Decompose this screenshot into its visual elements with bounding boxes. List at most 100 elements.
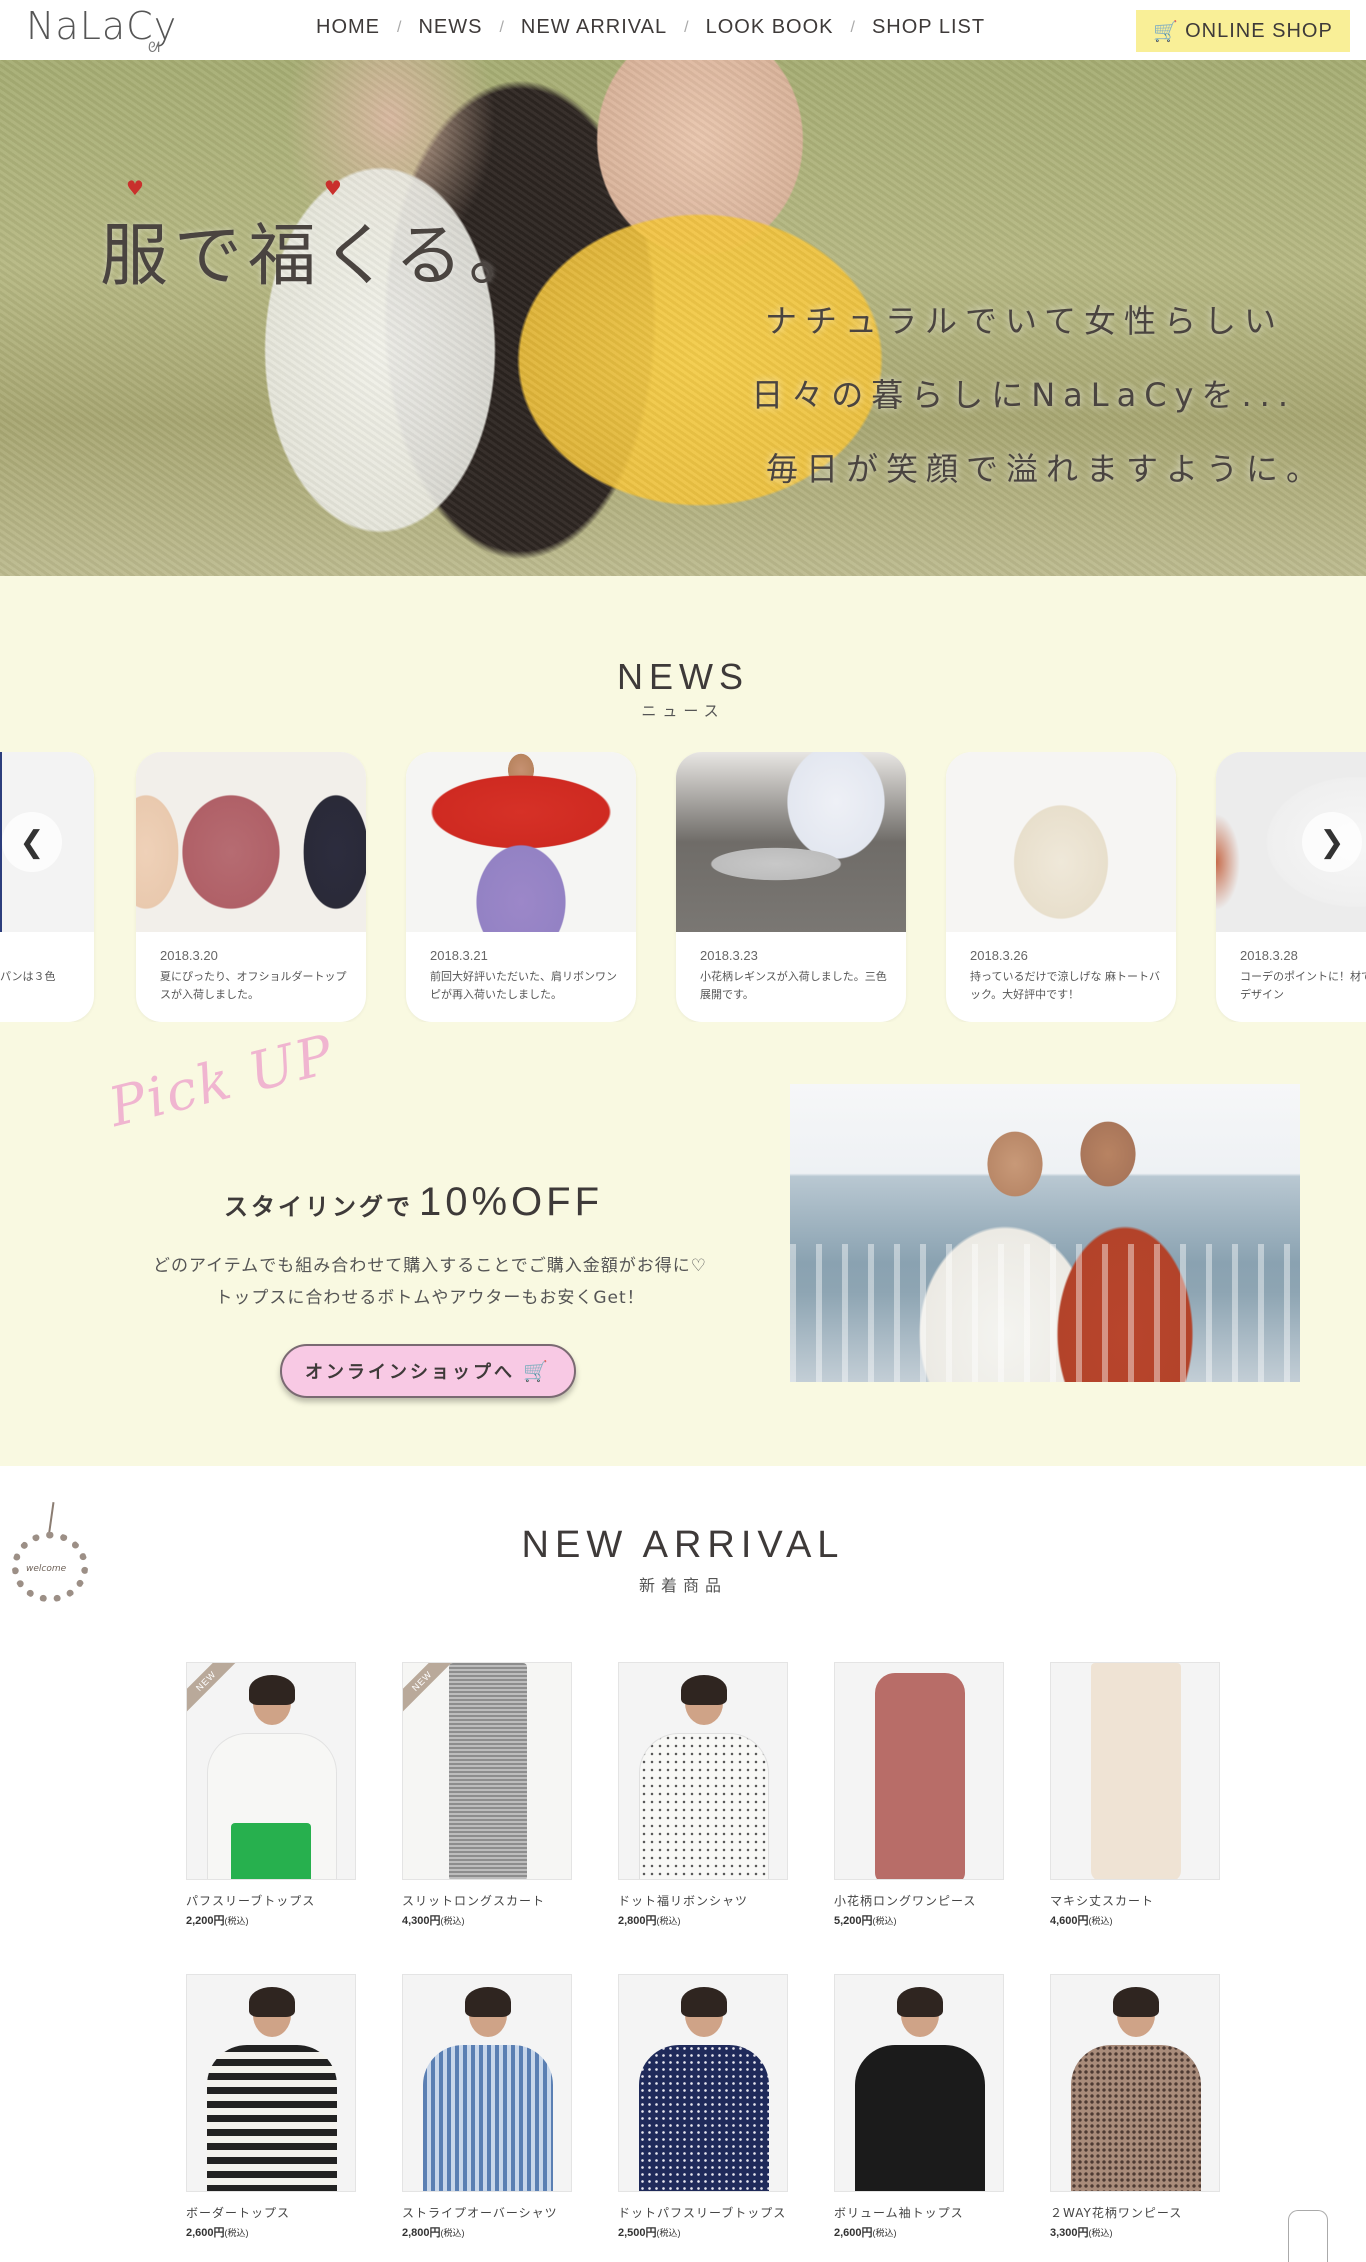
pickup-headline: スタイリングで 10%OFF [224, 1180, 603, 1225]
hero-banner: ♥♥ 服で福くる。 ナチュラルでいて女性らしい 日々の暮らしにNaLaCyを..… [0, 60, 1366, 576]
product-image[interactable] [618, 1662, 788, 1880]
product-name[interactable]: ボーダートップス [186, 2204, 358, 2222]
pickup-headline-prefix: スタイリングで [224, 1193, 413, 1221]
product-image[interactable] [186, 1974, 356, 2192]
product-garment-bottom [231, 1823, 311, 1879]
new-badge: NEW [187, 1663, 244, 1719]
product-card[interactable]: NEW スリットロングスカート 4,300円(税込) [402, 1662, 574, 1928]
product-card[interactable]: ボーダートップス 2,600円(税込) [186, 1974, 358, 2240]
product-price: 2,600円(税込) [186, 2224, 358, 2240]
product-image[interactable] [834, 1662, 1004, 1880]
product-garment [875, 1673, 965, 1879]
product-card[interactable]: ストライプオーバーシャツ 2,800円(税込) [402, 1974, 574, 2240]
product-garment [1071, 2045, 1201, 2191]
news-card[interactable]: 2018.3.28 コーデのポイントに！材で今年らしいデザイン [1216, 752, 1366, 1022]
new-arrival-subtitle: 新着商品 [638, 1576, 727, 1595]
tax-label: (税込) [224, 1916, 249, 1926]
tax-label: (税込) [656, 1916, 681, 1926]
online-shop-label: ONLINE SHOP [1185, 19, 1333, 42]
product-name[interactable]: 小花柄ロングワンピース [834, 1892, 1006, 1910]
news-card[interactable]: 2018.3.23 小花柄レギンスが入荷しました。三色展開です。 [676, 752, 906, 1022]
tax-label: (税込) [656, 2228, 681, 2238]
product-name[interactable]: スリットロングスカート [402, 1892, 574, 1910]
news-card-date: 2018.3.26 [970, 948, 1028, 963]
new-arrival-section: welcome NEW ARRIVAL 新着商品 NEW パフスリーブトップス … [0, 1466, 1366, 2262]
cta-label: オンラインショップへ [305, 1362, 516, 1383]
nav-home[interactable]: HOME [316, 16, 380, 39]
model-hair [681, 1675, 727, 1705]
product-price-value: 2,800円 [618, 1915, 657, 1927]
news-carousel[interactable]: パンは３色 2018.3.20 夏にぴったり、オフショルダートップスが入荷しまし… [0, 752, 1366, 1022]
product-image[interactable] [618, 1974, 788, 2192]
product-card[interactable]: マキシ丈スカート 4,600円(税込) [1050, 1662, 1222, 1928]
product-card[interactable]: ２WAY花柄ワンピース 3,300円(税込) [1050, 1974, 1222, 2240]
product-price: 4,600円(税込) [1050, 1912, 1222, 1928]
product-name[interactable]: ドットパフスリーブトップス [618, 2204, 790, 2222]
product-price-value: 2,600円 [186, 2227, 225, 2239]
product-image[interactable] [402, 1974, 572, 2192]
product-card[interactable]: ドット福リボンシャツ 2,800円(税込) [618, 1662, 790, 1928]
product-price: 2,800円(税込) [618, 1912, 790, 1928]
product-garment [1091, 1663, 1181, 1879]
product-price-value: 2,600円 [834, 2227, 873, 2239]
carousel-prev-arrow[interactable]: ❮ [2, 812, 62, 872]
online-shop-cta-button[interactable]: オンラインショップへ 🛒 [280, 1344, 576, 1398]
torso-decoration-icon [1288, 2210, 1328, 2262]
product-name[interactable]: ２WAY花柄ワンピース [1050, 2204, 1222, 2222]
pickup-discount: 10%OFF [419, 1180, 604, 1224]
product-name[interactable]: パフスリーブトップス [186, 1892, 358, 1910]
news-card-text: 小花柄レギンスが入荷しました。三色展開です。 [700, 970, 887, 1001]
product-image[interactable] [834, 1974, 1004, 2192]
product-price: 5,200円(税込) [834, 1912, 1006, 1928]
nav-look-book[interactable]: LOOK BOOK [706, 16, 834, 39]
news-card[interactable]: 2018.3.20 夏にぴったり、オフショルダートップスが入荷しました。 [136, 752, 366, 1022]
news-card-text: 夏にぴったり、オフショルダートップスが入荷しました。 [160, 970, 347, 1001]
model-hair [681, 1987, 727, 2017]
tax-label: (税込) [440, 2228, 465, 2238]
product-image[interactable] [1050, 1662, 1220, 1880]
news-card[interactable]: 2018.3.21 前回大好評いただいた、肩リボンワンピが再入荷いたしました。 [406, 752, 636, 1022]
model-hair [1113, 1987, 1159, 2017]
news-card-date: 2018.3.21 [430, 948, 488, 963]
product-name[interactable]: マキシ丈スカート [1050, 1892, 1222, 1910]
nav-news[interactable]: NEWS [418, 16, 482, 39]
product-price: 2,500円(税込) [618, 2224, 790, 2240]
product-card[interactable]: ボリューム袖トップス 2,600円(税込) [834, 1974, 1006, 2240]
news-card-image [946, 752, 1176, 932]
online-shop-button[interactable]: 🛒 ONLINE SHOP [1136, 10, 1350, 52]
product-price-value: 4,300円 [402, 1915, 441, 1927]
product-price-value: 2,500円 [618, 2227, 657, 2239]
news-card-image [676, 752, 906, 932]
pickup-script-title: Pick UP [102, 1022, 341, 1139]
news-card-image [136, 752, 366, 932]
product-name[interactable]: ボリューム袖トップス [834, 2204, 1006, 2222]
news-card-date: 2018.3.28 [1240, 948, 1298, 963]
product-image[interactable]: NEW [186, 1662, 356, 1880]
product-image[interactable]: NEW [402, 1662, 572, 1880]
product-card[interactable]: NEW パフスリーブトップス 2,200円(税込) [186, 1662, 358, 1928]
model-hair [249, 1675, 295, 1705]
product-name[interactable]: ドット福リボンシャツ [618, 1892, 790, 1910]
tax-label: (税込) [872, 1916, 897, 1926]
site-header: NaLaCy ᘛ HOME / NEWS / NEW ARRIVAL / LOO… [0, 0, 1366, 60]
news-card[interactable]: 2018.3.26 持っているだけで涼しげな 麻トートバック。大好評中です！ [946, 752, 1176, 1022]
product-garment [639, 2045, 769, 2191]
product-image[interactable] [1050, 1974, 1220, 2192]
model-hair [465, 1987, 511, 2017]
product-garment [855, 2045, 985, 2191]
nav-shop-list[interactable]: SHOP LIST [872, 16, 985, 39]
nav-new-arrival[interactable]: NEW ARRIVAL [521, 16, 667, 39]
product-card[interactable]: ドットパフスリーブトップス 2,500円(税込) [618, 1974, 790, 2240]
news-card[interactable]: パンは３色 [0, 752, 94, 1022]
product-name[interactable]: ストライプオーバーシャツ [402, 2204, 574, 2222]
product-price: 4,300円(税込) [402, 1912, 574, 1928]
pickup-desc-line-1: どのアイテムでも組み合わせて購入することでご購入金額がお得に♡ [152, 1256, 708, 1276]
product-price: 2,200円(税込) [186, 1912, 358, 1928]
tax-label: (税込) [1088, 1916, 1113, 1926]
product-price-value: 4,600円 [1050, 1915, 1089, 1927]
product-garment [639, 1733, 769, 1879]
news-title: NEWS [617, 656, 749, 697]
carousel-next-arrow[interactable]: ❯ [1302, 812, 1362, 872]
cart-icon: 🛒 [523, 1359, 551, 1383]
product-card[interactable]: 小花柄ロングワンピース 5,200円(税込) [834, 1662, 1006, 1928]
